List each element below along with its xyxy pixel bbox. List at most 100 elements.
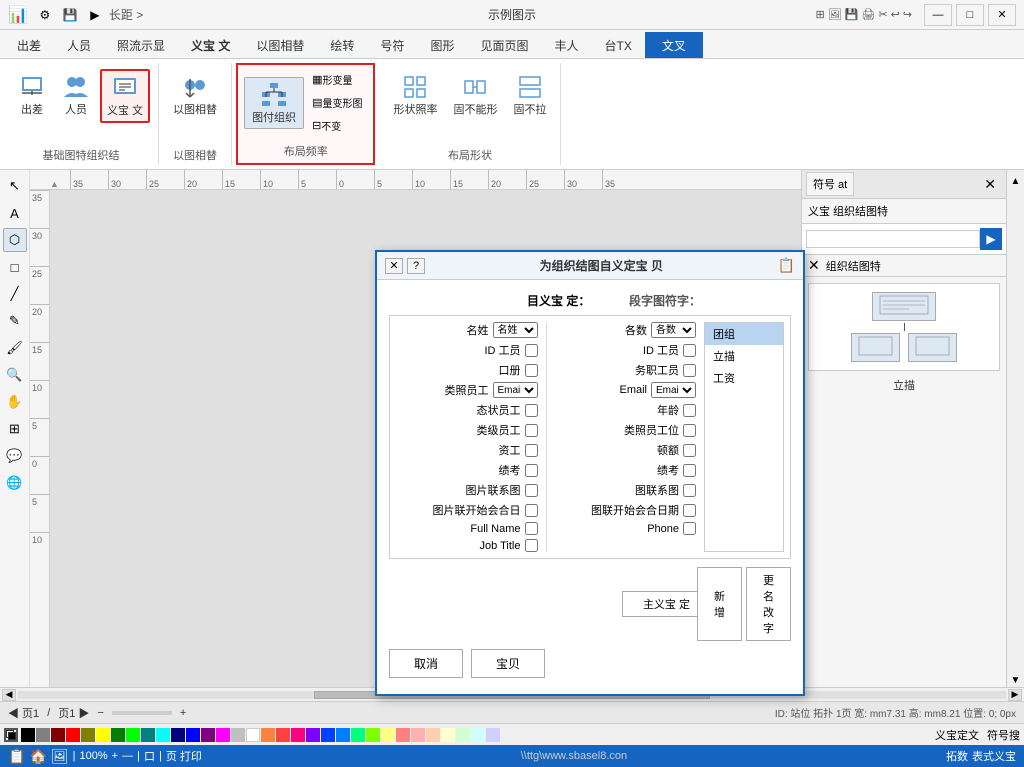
field-right-check-7[interactable] [683,444,696,457]
color-light-cyan[interactable] [471,728,485,742]
tool-shape[interactable]: □ [3,255,27,279]
taskbar-icon-1[interactable]: 📋 [8,748,25,765]
color-green[interactable] [111,728,125,742]
color-gray[interactable] [36,728,50,742]
field-right-check-5[interactable] [683,404,696,417]
taskbar-right-2[interactable]: 表式义宝 [972,748,1016,764]
color-cream[interactable] [441,728,455,742]
expand-icon[interactable]: ▶ [84,4,106,26]
field-dept-checkbox[interactable] [525,424,538,437]
field-title-checkbox[interactable] [525,364,538,377]
color-lavender[interactable] [486,728,500,742]
scroll-left-btn[interactable]: ◀ [2,689,16,701]
field-right-select-1[interactable]: 各数 [651,322,696,338]
selected-item-1[interactable]: 团组 [705,323,783,345]
panel-search-input[interactable] [806,230,980,248]
tool-pencil[interactable]: ✎ [3,309,27,333]
tool-network[interactable]: 🌐 [3,471,27,495]
btn-ok[interactable]: 宝贝 [471,649,545,678]
color-spring-green[interactable] [351,728,365,742]
page-nav-prev[interactable]: ◀ 页1 [8,705,39,721]
field-status-checkbox[interactable] [525,404,538,417]
panel-section-close-icon[interactable]: ✕ [808,257,820,274]
tab-wencha[interactable]: 文叉 [645,32,703,58]
color-orange[interactable] [261,728,275,742]
btn-org-sub3[interactable]: ⊟ 不变 [307,115,367,136]
tab-renyuan[interactable]: 人员 [54,32,104,58]
btn-renyuan[interactable]: 人员 [56,69,96,121]
btn-chucha[interactable]: 出差 [12,69,52,121]
color-light-red[interactable] [276,728,290,742]
taskbar-icon-3[interactable]: 🖼 [51,748,69,765]
zoom-slider[interactable] [112,711,172,715]
color-cornflower[interactable] [321,728,335,742]
modal-help-btn[interactable]: ? [407,258,425,274]
color-maroon[interactable] [51,728,65,742]
btn-rename[interactable]: 更名改字 [746,567,791,641]
tab-zhaoliu[interactable]: 照流示显 [104,32,178,58]
tab-jianmianye[interactable]: 见面页图 [467,32,541,58]
selected-item-2[interactable]: 立描 [705,345,783,367]
tool-pointer[interactable]: ↖ [3,174,27,198]
color-dodger-blue[interactable] [336,728,350,742]
color-blue[interactable] [186,728,200,742]
tab-taitx[interactable]: 台TX [591,32,644,58]
field-right-check-10[interactable] [683,504,696,517]
color-black[interactable] [21,728,35,742]
minimize-button[interactable]: — [924,4,952,26]
tool-line[interactable]: ╱ [3,282,27,306]
zoom-minus[interactable]: − [97,707,103,719]
tool-zoom[interactable]: 🔍 [3,363,27,387]
taskbar-right-1[interactable]: 拓数 [946,748,968,764]
field-name-select[interactable]: 名姓 [493,322,538,338]
panel-close-btn[interactable]: ✕ [978,174,1002,195]
tool-chat[interactable]: 💬 [3,444,27,468]
save-icon[interactable]: 💾 [59,4,81,26]
color-light-yellow[interactable] [381,728,395,742]
color-red[interactable] [66,728,80,742]
scroll-right-btn[interactable]: ▶ [1008,689,1022,701]
color-chartreuse[interactable] [366,728,380,742]
tab-haofu[interactable]: 号符 [367,32,417,58]
taskbar-icon-5[interactable]: — [122,750,133,762]
taskbar-icon-4[interactable]: + [112,750,118,762]
selected-item-3[interactable]: 工资 [705,367,783,389]
scroll-down-btn[interactable]: ▼ [1009,673,1023,687]
btn-org-sub1[interactable]: ▦ 形变量 [307,69,367,90]
maximize-button[interactable]: □ [956,4,984,26]
field-right-check-9[interactable] [683,484,696,497]
page-nav-next[interactable]: 页1 ▶ [58,705,89,721]
tool-crop[interactable]: ⊞ [3,417,27,441]
tab-yitu[interactable]: 以图相替 [243,32,317,58]
color-olive[interactable] [81,728,95,742]
color-hot-pink[interactable] [291,728,305,742]
field-photo-checkbox[interactable] [525,484,538,497]
tab-tuxing[interactable]: 图形 [417,32,467,58]
btn-org-chart[interactable]: 图付组织 [244,77,304,129]
field-id-checkbox[interactable] [525,344,538,357]
color-magenta[interactable] [216,728,230,742]
taskbar-icon-6[interactable]: 口 [144,748,155,764]
field-right-check-2[interactable] [683,344,696,357]
tool-text[interactable]: A [3,201,27,225]
field-salary-checkbox[interactable] [525,444,538,457]
color-salmon[interactable] [396,728,410,742]
field-right-check-6[interactable] [683,424,696,437]
color-honeydew[interactable] [456,728,470,742]
color-violet[interactable] [306,728,320,742]
color-purple[interactable] [201,728,215,742]
field-rank-checkbox[interactable] [525,464,538,477]
color-peach[interactable] [426,728,440,742]
field-right-check-phone[interactable] [683,522,696,535]
tool-connect[interactable]: ⬡ [3,228,27,252]
color-navy[interactable] [171,728,185,742]
color-cyan[interactable] [156,728,170,742]
color-silver[interactable] [231,728,245,742]
tab-yibao[interactable]: 义宝 文 [178,32,243,58]
btn-replace[interactable]: 以图相替 [167,69,223,121]
settings-icon[interactable]: ⚙ [34,4,56,26]
right-panel-tab1[interactable]: 符号 at [806,172,854,196]
tab-fengren[interactable]: 丰人 [541,32,591,58]
taskbar-icon-2[interactable]: 🏠 [29,748,46,765]
close-button[interactable]: ✕ [988,4,1016,26]
